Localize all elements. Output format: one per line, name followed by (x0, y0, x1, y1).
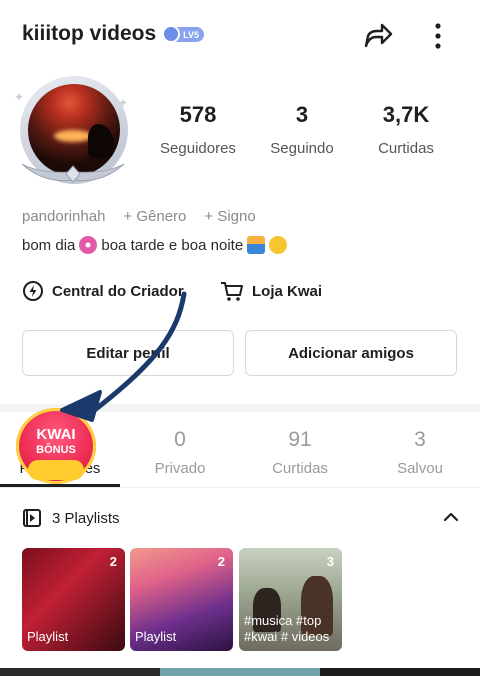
sparkle-icon: ✦ (118, 96, 129, 110)
sunset-emoji-icon (247, 236, 266, 254)
playlist-video-count: 3 (326, 554, 334, 569)
flower-emoji-icon (79, 236, 98, 254)
profile-links: Central do Criador Loja Kwai (22, 280, 462, 306)
kwai-shop-link[interactable]: Loja Kwai (220, 280, 322, 302)
bonus-line-1: KWAI (36, 426, 76, 443)
playlist-card[interactable]: 2 Playlist (130, 548, 233, 651)
bio-text-1: bom dia (22, 236, 76, 254)
playlist-caption: Playlist (27, 629, 69, 644)
tab-private-count: 0 (174, 428, 186, 451)
add-sign-link[interactable]: + Signo (204, 208, 255, 225)
followers-label: Seguidores (160, 140, 236, 157)
playlist-card[interactable]: 3 #musica #top #kwai # videos (239, 548, 342, 651)
playlists-header[interactable]: 3 Playlists (22, 506, 462, 530)
avatar[interactable]: ✦ ✦ (14, 76, 132, 188)
profile-name: kiiitop videos (22, 22, 157, 45)
kwai-bonus-badge[interactable]: KWAI BÔNUS (16, 408, 96, 484)
avatar-wings-decoration (21, 163, 125, 183)
playlist-caption: #musica #top #kwai # videos (244, 613, 330, 644)
profile-meta: pandorinhah + Gênero + Signo (22, 208, 256, 225)
following-label: Seguindo (270, 140, 334, 157)
level-badge-text: LV5 (183, 29, 199, 40)
diamond-icon (162, 25, 180, 43)
followers-count: 578 (179, 102, 217, 127)
sparkle-icon: ✦ (14, 90, 25, 104)
playlist-card[interactable]: 2 Playlist (22, 548, 125, 651)
playlists-count-label: 3 Playlists (52, 509, 120, 527)
video-grid-row-peek (0, 668, 480, 676)
kwai-shop-label: Loja Kwai (252, 282, 323, 300)
creator-center-link[interactable]: Central do Criador (22, 280, 184, 302)
bonus-line-2: BÔNUS (36, 444, 76, 456)
playlist-video-count: 2 (217, 554, 225, 569)
likes-count: 3,7K (382, 102, 430, 127)
playlist-video-count: 2 (109, 554, 117, 569)
likes-label: Curtidas (378, 140, 434, 157)
edit-profile-button[interactable]: Editar perfil (22, 330, 234, 376)
lightning-icon (23, 281, 43, 301)
tab-private-label: Privado (154, 460, 206, 477)
active-tab-indicator (0, 484, 120, 487)
bio-text-2: boa tarde e boa noite (101, 236, 244, 254)
share-icon[interactable] (360, 18, 396, 54)
smile-emoji-icon (269, 236, 288, 254)
chevron-up-icon[interactable] (440, 506, 462, 528)
following-stat[interactable]: 3 Seguindo (252, 102, 352, 157)
more-options-icon[interactable] (426, 18, 450, 54)
tab-saved[interactable]: 3 Salvou (360, 428, 480, 477)
profile-handle: pandorinhah (22, 208, 106, 225)
add-friends-button[interactable]: Adicionar amigos (245, 330, 457, 376)
coins-icon (28, 460, 84, 480)
likes-stat[interactable]: 3,7K Curtidas (356, 102, 456, 157)
profile-bio: bom dia boa tarde e boa noite (22, 236, 288, 254)
tab-saved-label: Salvou (397, 460, 443, 477)
profile-header: kiiitop videos LV5 (0, 0, 480, 70)
add-gender-link[interactable]: + Gênero (123, 208, 186, 225)
creator-center-label: Central do Criador (52, 282, 184, 300)
playlist-icon (23, 509, 41, 527)
tab-private[interactable]: 0 Privado (120, 428, 240, 477)
cart-icon (221, 282, 243, 301)
tab-likes-count: 91 (288, 428, 312, 451)
level-badge: LV5 (162, 25, 204, 43)
following-count: 3 (295, 102, 309, 127)
followers-stat[interactable]: 578 Seguidores (148, 102, 248, 157)
tab-saved-count: 3 (414, 428, 426, 451)
tab-likes[interactable]: 91 Curtidas (240, 428, 360, 477)
tab-likes-label: Curtidas (272, 460, 328, 477)
playlist-caption: Playlist (135, 629, 177, 644)
